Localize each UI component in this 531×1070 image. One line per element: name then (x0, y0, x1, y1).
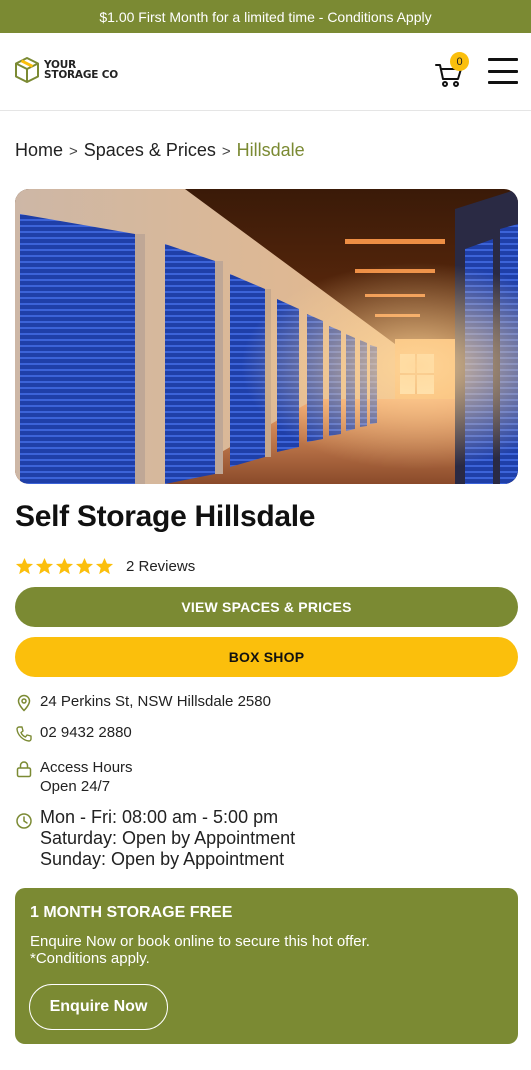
access-hours-label: Access Hours (40, 759, 133, 776)
cart-count-badge: 0 (450, 52, 469, 71)
breadcrumb: Home > Spaces & Prices > Hillsdale (15, 140, 305, 161)
storage-corridor-photo (15, 189, 518, 484)
breadcrumb-separator: > (69, 143, 78, 160)
phone-row: 02 9432 2880 (15, 723, 132, 743)
address-text: 24 Perkins St, NSW Hillsdale 2580 (40, 693, 271, 710)
clock-icon (16, 813, 32, 829)
hours-sunday: Sunday: Open by Appointment (40, 849, 285, 869)
address-row: 24 Perkins St, NSW Hillsdale 2580 (15, 692, 271, 712)
breadcrumb-current: Hillsdale (236, 140, 305, 160)
offer-card: 1 MONTH STORAGE FREE Enquire Now or book… (15, 888, 518, 1044)
hours-saturday: Saturday: Open by Appointment (40, 828, 296, 848)
hamburger-menu-icon[interactable] (488, 58, 518, 84)
hours-weekday: Mon - Fri: 08:00 am - 5:00 pm (40, 807, 279, 827)
box-shop-button[interactable]: BOX SHOP (15, 637, 518, 677)
access-hours-row: Access Hours Open 24/7 (15, 758, 133, 796)
view-spaces-prices-button[interactable]: VIEW SPACES & PRICES (15, 587, 518, 627)
enquire-now-button[interactable]: Enquire Now (29, 984, 168, 1030)
logo[interactable]: YOUR STORAGE CO (14, 56, 118, 84)
star-icon (75, 557, 94, 575)
promo-banner: $1.00 First Month for a limited time - C… (0, 0, 531, 33)
star-icon (35, 557, 54, 575)
page-title: Self Storage Hillsdale (15, 500, 316, 533)
hero-image (15, 189, 518, 484)
breadcrumb-spaces-prices[interactable]: Spaces & Prices (84, 140, 216, 160)
phone-link[interactable]: 02 9432 2880 (40, 723, 132, 742)
rating: 2 Reviews (15, 557, 195, 576)
star-rating (15, 557, 114, 576)
breadcrumb-separator: > (221, 143, 231, 160)
access-hours-value: Open 24/7 (40, 778, 111, 795)
promo-text: $1.00 First Month for a limited time - C… (99, 8, 432, 25)
location-pin-icon (17, 694, 31, 712)
lock-icon (16, 761, 32, 778)
star-icon (95, 557, 114, 575)
box-logo-icon (15, 57, 39, 83)
phone-icon (16, 726, 32, 742)
offer-description: Enquire Now or book online to secure thi… (30, 933, 370, 967)
opening-hours-row: Mon - Fri: 08:00 am - 5:00 pm Saturday: … (15, 807, 295, 870)
logo-wordmark: YOUR STORAGE CO (44, 59, 118, 81)
reviews-link[interactable]: 2 Reviews (126, 558, 195, 575)
star-icon (55, 557, 74, 575)
star-icon (15, 557, 34, 575)
site-header: YOUR STORAGE CO 0 (0, 33, 531, 111)
offer-title: 1 MONTH STORAGE FREE (30, 904, 233, 921)
breadcrumb-home[interactable]: Home (15, 140, 63, 160)
